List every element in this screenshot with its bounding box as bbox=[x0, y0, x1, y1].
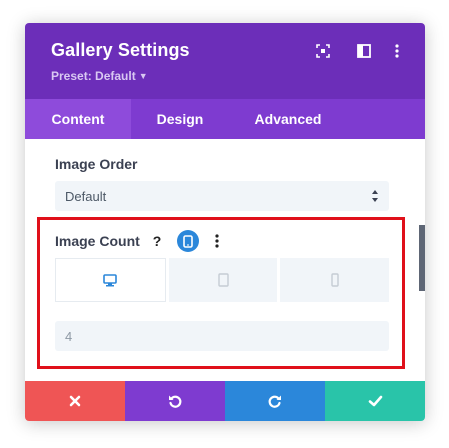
settings-tabs: Content Design Advanced bbox=[25, 99, 425, 139]
tablet-tab[interactable] bbox=[168, 258, 278, 302]
scrollbar[interactable] bbox=[419, 225, 425, 291]
image-count-label: Image Count bbox=[55, 233, 140, 249]
gallery-settings-modal: Gallery Settings Preset: Default ▼ Conte… bbox=[25, 23, 425, 421]
help-symbol: ? bbox=[152, 233, 162, 249]
image-count-input[interactable]: 4 bbox=[55, 321, 389, 351]
desktop-tab[interactable] bbox=[55, 258, 166, 302]
expand-icon[interactable] bbox=[313, 41, 333, 61]
check-icon bbox=[368, 395, 382, 407]
desktop-icon bbox=[103, 273, 118, 286]
more-options-icon[interactable] bbox=[387, 41, 407, 61]
modal-header: Gallery Settings Preset: Default ▼ bbox=[25, 23, 425, 99]
image-order-select[interactable]: Default bbox=[55, 181, 389, 211]
select-arrows-icon bbox=[372, 190, 378, 202]
image-order-label: Image Order bbox=[55, 156, 138, 172]
device-tabs bbox=[55, 258, 390, 302]
more-options-icon[interactable] bbox=[207, 231, 227, 251]
image-order-value: Default bbox=[65, 189, 107, 204]
help-icon[interactable]: ? bbox=[147, 231, 167, 251]
discard-button[interactable] bbox=[25, 381, 125, 421]
phone-tab[interactable] bbox=[280, 258, 390, 302]
tab-advanced[interactable]: Advanced bbox=[229, 99, 347, 139]
responsive-phone-icon[interactable] bbox=[177, 230, 199, 252]
close-icon bbox=[69, 395, 81, 407]
modal-footer bbox=[25, 381, 425, 421]
tab-content[interactable]: Content bbox=[25, 99, 131, 139]
sidebar-layout-icon[interactable] bbox=[354, 41, 374, 61]
preset-selector[interactable]: Preset: Default ▼ bbox=[51, 69, 148, 83]
tablet-icon bbox=[217, 273, 229, 287]
save-button[interactable] bbox=[325, 381, 425, 421]
preset-label: Preset: Default bbox=[51, 69, 136, 83]
undo-icon bbox=[169, 395, 182, 408]
image-count-value: 4 bbox=[65, 329, 73, 344]
redo-button[interactable] bbox=[225, 381, 325, 421]
settings-content: Image Order Default Image Count ? 4 bbox=[25, 139, 425, 381]
caret-down-icon: ▼ bbox=[138, 71, 148, 81]
redo-icon bbox=[268, 395, 281, 408]
phone-icon bbox=[330, 273, 339, 287]
undo-button[interactable] bbox=[125, 381, 225, 421]
tab-design[interactable]: Design bbox=[131, 99, 229, 139]
modal-title: Gallery Settings bbox=[51, 40, 190, 60]
